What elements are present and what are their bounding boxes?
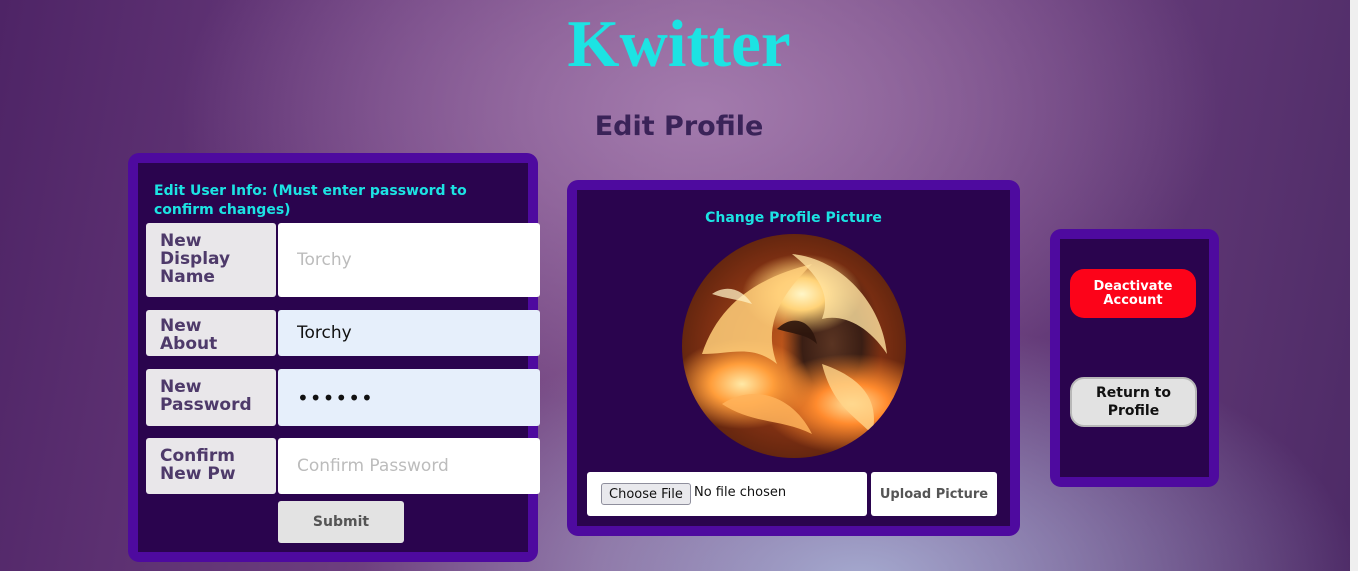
password-input[interactable] (278, 369, 540, 426)
about-label: New About (146, 310, 276, 356)
profile-picture-panel: Change Profile Picture Choose File No fi… (567, 180, 1020, 536)
return-to-profile-button[interactable]: Return to Profile (1070, 377, 1197, 427)
edit-user-info-form: Edit User Info: (Must enter password to … (138, 163, 540, 552)
file-status: No file chosen (694, 485, 787, 500)
profile-picture-heading: Change Profile Picture (705, 210, 882, 226)
confirm-password-label: Confirm New Pw (146, 438, 276, 494)
display-name-label: New Display Name (146, 223, 276, 297)
confirm-password-input[interactable] (278, 438, 540, 494)
account-actions-panel: Deactivate Account Return to Profile (1050, 229, 1219, 487)
display-name-input[interactable] (278, 223, 540, 297)
file-picker: Choose File No file chosen (587, 472, 867, 516)
account-actions: Deactivate Account Return to Profile (1060, 239, 1209, 477)
upload-picture-button[interactable]: Upload Picture (871, 472, 997, 516)
scrollbar[interactable] (1350, 0, 1358, 571)
edit-user-info-heading: Edit User Info: (Must enter password to … (154, 183, 467, 218)
choose-file-button[interactable]: Choose File (601, 483, 691, 505)
edit-user-info-panel: Edit User Info: (Must enter password to … (128, 153, 540, 562)
about-input[interactable] (278, 310, 540, 356)
deactivate-account-button[interactable]: Deactivate Account (1070, 269, 1196, 318)
password-label: New Password (146, 369, 276, 426)
avatar (682, 234, 906, 458)
flame-image (702, 254, 887, 434)
app-title: Kwitter (567, 7, 791, 81)
page-title: Edit Profile (594, 111, 764, 142)
submit-button[interactable]: Submit (278, 501, 404, 543)
profile-picture-form: Change Profile Picture Choose File No fi… (577, 190, 1010, 526)
